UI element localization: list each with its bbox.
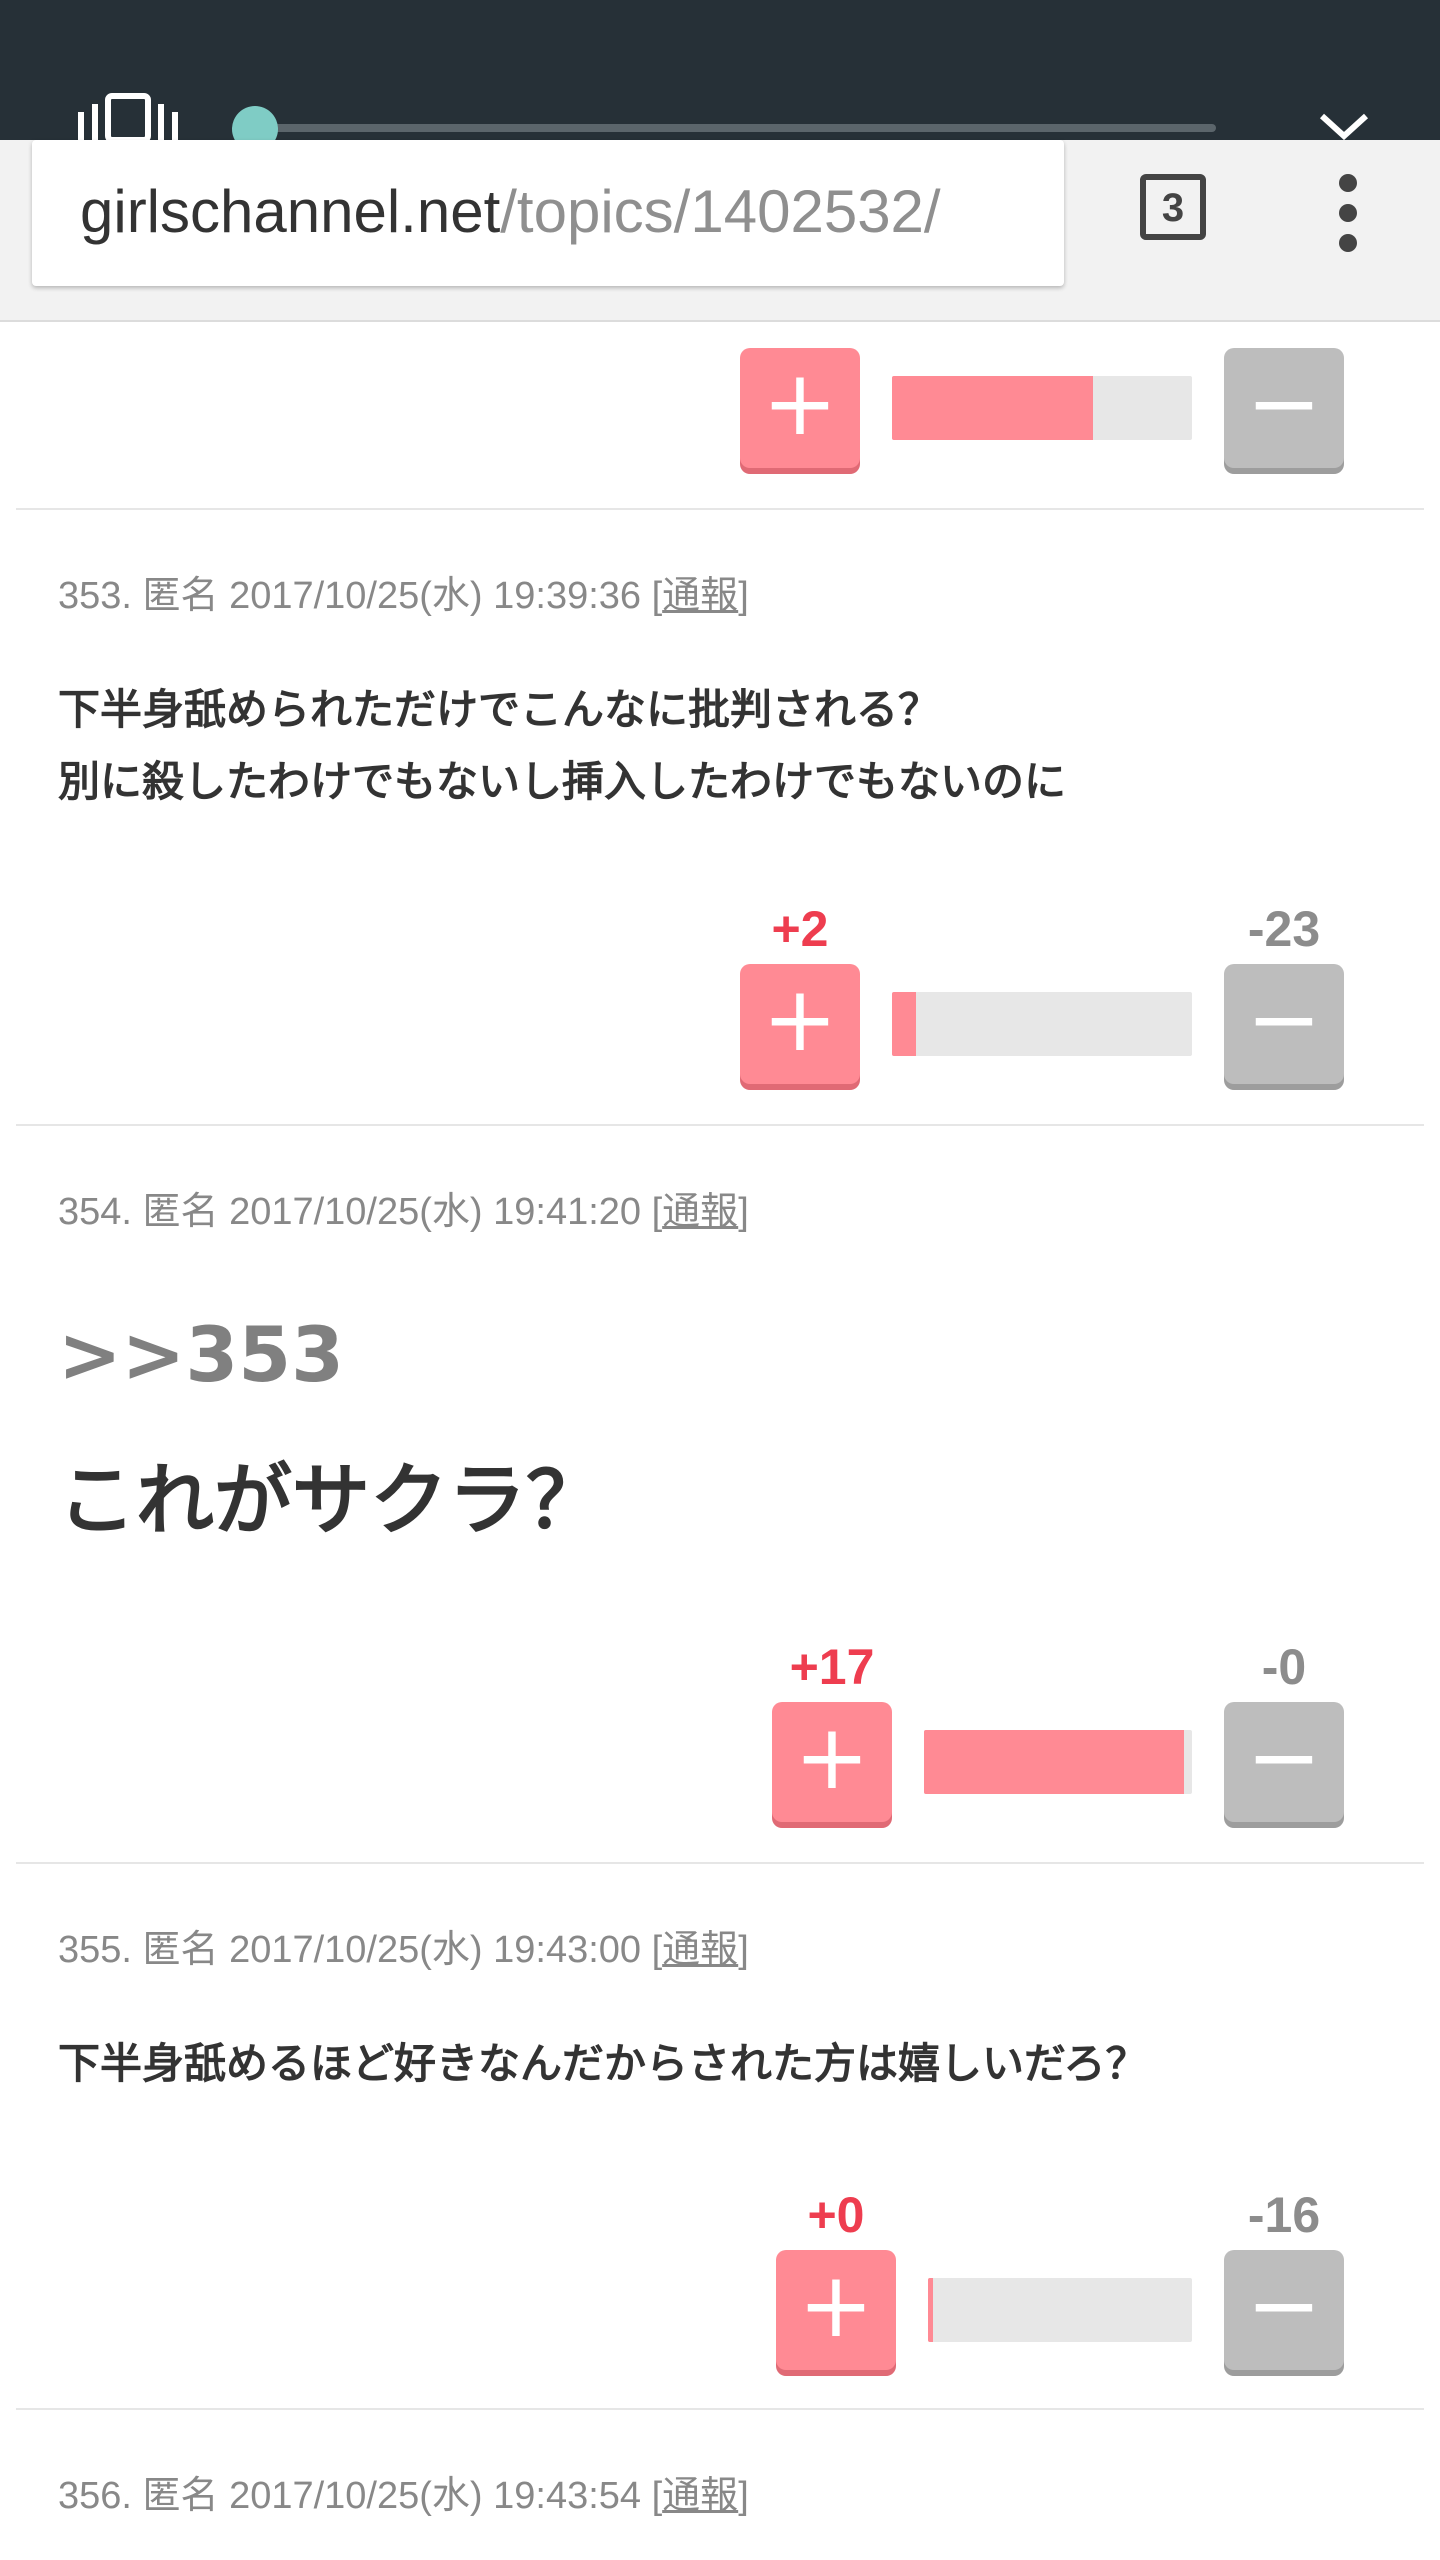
minus-vote-button[interactable]: −: [1224, 2250, 1344, 2370]
plus-vote-button[interactable]: +: [776, 2250, 896, 2370]
url-text: girlschannel.net/topics/1402532/: [80, 172, 941, 252]
vote-ratio-bar: [892, 376, 1192, 440]
browser-toolbar: girlschannel.net/topics/1402532/ 3: [0, 140, 1440, 322]
vote-ratio-fill: [892, 992, 916, 1056]
comment-meta-end: ]: [738, 1191, 749, 1233]
vibrate-icon: [78, 93, 178, 140]
vote-ratio-fill: [892, 376, 1093, 440]
minus-vote-count: -16: [1247, 2187, 1321, 2243]
page-load-progress: [252, 124, 1216, 132]
report-link[interactable]: 通報: [662, 575, 738, 617]
comment-line: 下半身舐めるほど好きなんだからされた方は嬉しいだろ？: [58, 2039, 1148, 2088]
url-path: /topics/1402532/: [500, 178, 941, 245]
plus-vote-button[interactable]: +: [740, 348, 860, 468]
comment-body: 下半身舐めるほど好きなんだからされた方は嬉しいだろ？: [58, 2028, 1147, 2100]
minus-vote-count: -0: [1261, 1639, 1307, 1695]
plus-vote-count: +0: [807, 2187, 865, 2243]
comment-meta: 353. 匿名 2017/10/25(水) 19:39:36 [通報]: [58, 564, 749, 619]
minus-vote-button[interactable]: −: [1224, 1702, 1344, 1822]
report-link[interactable]: 通報: [662, 1191, 738, 1233]
report-link[interactable]: 通報: [662, 1929, 738, 1971]
comment-meta-text: 353. 匿名 2017/10/25(水) 19:39:36 [: [58, 575, 663, 617]
vote-ratio-fill: [924, 1730, 1184, 1794]
comment-meta-text: 355. 匿名 2017/10/25(水) 19:43:00 [: [58, 1929, 663, 1971]
comment-line: 下半身舐められただけでこんなに批判される？: [58, 685, 941, 734]
overflow-menu-icon[interactable]: [1330, 174, 1366, 252]
comment-body: 下半身舐められただけでこんなに批判される？ 別に殺したわけでもないし挿入したわけ…: [58, 674, 1066, 818]
url-domain: girlschannel.net: [80, 178, 501, 245]
comment-item: 355. 匿名 2017/10/25(水) 19:43:00 [通報] 下半身舐…: [16, 1864, 1424, 2410]
url-bar[interactable]: girlschannel.net/topics/1402532/: [32, 140, 1064, 286]
vote-ratio-fill: [928, 2278, 934, 2342]
vote-ratio-bar: [892, 992, 1192, 1056]
comment-meta: 356. 匿名 2017/10/25(水) 19:43:54 [通報]: [58, 2464, 749, 2519]
comment-item: 353. 匿名 2017/10/25(水) 19:39:36 [通報] 下半身舐…: [16, 510, 1424, 1126]
reply-anchor-link[interactable]: >>353: [58, 1310, 344, 1399]
comment-meta-text: 354. 匿名 2017/10/25(水) 19:41:20 [: [58, 1191, 663, 1233]
comment-line: 別に殺したわけでもないし挿入したわけでもないのに: [58, 757, 1067, 806]
status-bar: [0, 0, 1440, 152]
chevron-down-icon[interactable]: [1318, 112, 1370, 140]
report-link[interactable]: 通報: [662, 2475, 738, 2517]
vote-ratio-bar: [928, 2278, 1192, 2342]
comment-item: + −: [16, 322, 1424, 510]
comment-meta-end: ]: [738, 1929, 749, 1971]
comment-item: 354. 匿名 2017/10/25(水) 19:41:20 [通報] >>35…: [16, 1126, 1424, 1864]
minus-vote-count: -23: [1247, 901, 1321, 957]
comment-meta-text: 356. 匿名 2017/10/25(水) 19:43:54 [: [58, 2475, 663, 2517]
comment-meta-end: ]: [738, 575, 749, 617]
plus-vote-count: +2: [771, 901, 829, 957]
comment-meta: 355. 匿名 2017/10/25(水) 19:43:00 [通報]: [58, 1918, 749, 1973]
minus-vote-button[interactable]: −: [1224, 964, 1344, 1084]
plus-vote-button[interactable]: +: [740, 964, 860, 1084]
comment-meta-end: ]: [738, 2475, 749, 2517]
vote-ratio-bar: [924, 1730, 1192, 1794]
comment-meta: 354. 匿名 2017/10/25(水) 19:41:20 [通報]: [58, 1180, 749, 1235]
plus-vote-count: +17: [789, 1639, 875, 1695]
comment-item: 356. 匿名 2017/10/25(水) 19:43:54 [通報]: [16, 2410, 1424, 2560]
plus-vote-button[interactable]: +: [772, 1702, 892, 1822]
comment-body: これがサクラ？: [58, 1456, 605, 1546]
tab-switcher-button[interactable]: 3: [1140, 174, 1206, 240]
minus-vote-button[interactable]: −: [1224, 348, 1344, 468]
